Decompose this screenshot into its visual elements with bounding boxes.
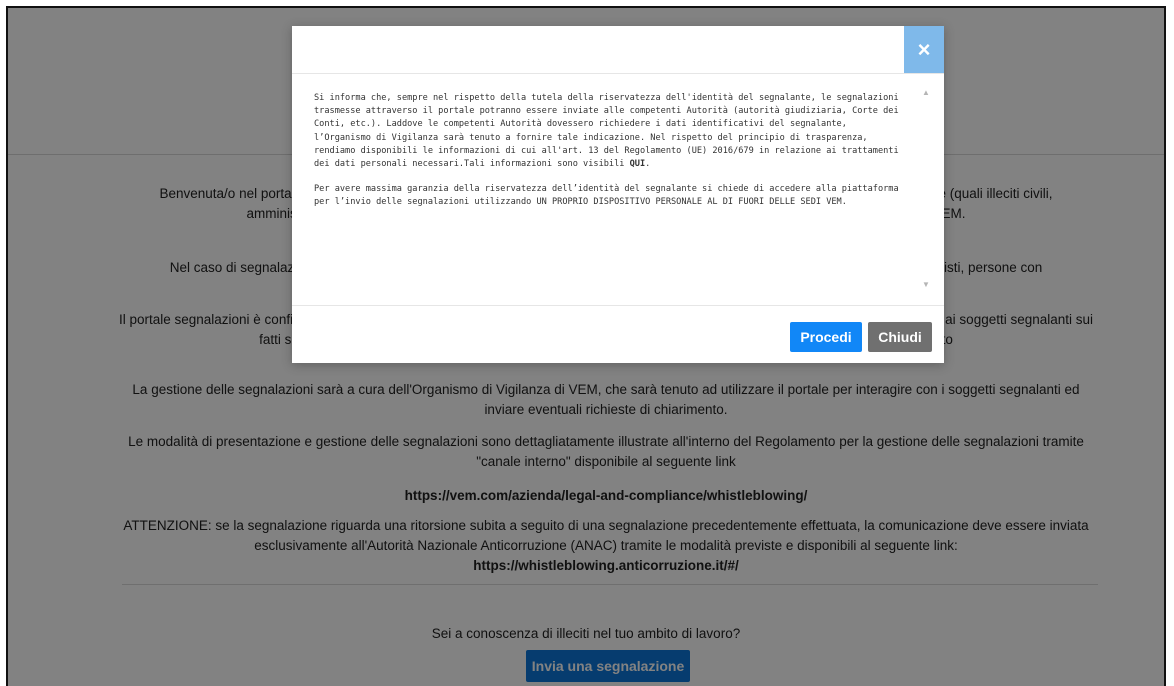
chiudi-button[interactable]: Chiudi xyxy=(868,322,932,352)
modal-text: Si informa che, sempre nel rispetto dell… xyxy=(314,92,906,222)
modal-header xyxy=(292,26,944,74)
privacy-info-link[interactable]: QUI xyxy=(630,159,646,169)
modal-footer: Procedi Chiudi xyxy=(292,305,944,364)
scroll-up-icon[interactable]: ▲ xyxy=(920,88,932,98)
modal-scrollbar[interactable]: ▲ ▼ xyxy=(920,88,932,290)
close-icon[interactable]: × xyxy=(904,26,944,73)
scroll-down-icon[interactable]: ▼ xyxy=(920,280,932,290)
privacy-modal: × Si informa che, sempre nel rispetto de… xyxy=(292,26,944,363)
procedi-button[interactable]: Procedi xyxy=(790,322,862,352)
device-warning-paragraph: Per avere massima garanzia della riserva… xyxy=(314,184,899,208)
privacy-text-end: . xyxy=(645,159,651,170)
privacy-text: Si informa che, sempre nel rispetto dell… xyxy=(314,93,899,170)
modal-body[interactable]: Si informa che, sempre nel rispetto dell… xyxy=(292,74,944,305)
page-frame: Benvenuta/o nel portale segnalazioni di … xyxy=(6,6,1166,686)
privacy-paragraph: Si informa che, sempre nel rispetto dell… xyxy=(314,92,906,171)
